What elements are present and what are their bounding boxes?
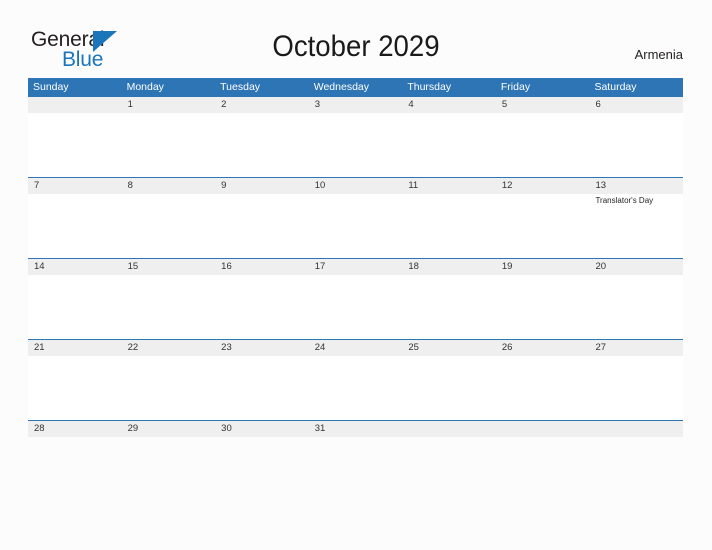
week-body-strip xyxy=(28,113,683,177)
page-title: October 2029 xyxy=(272,30,440,63)
day-cell-body[interactable] xyxy=(402,113,496,177)
day-cell-body[interactable] xyxy=(309,356,403,420)
day-number[interactable]: 26 xyxy=(496,340,590,356)
calendar-week-row: 28 29 30 31 xyxy=(28,420,683,437)
day-number[interactable]: 11 xyxy=(402,178,496,194)
day-number[interactable]: 31 xyxy=(309,421,403,437)
day-number[interactable] xyxy=(496,421,590,437)
day-cell-body[interactable] xyxy=(496,113,590,177)
day-cell-body[interactable] xyxy=(28,356,122,420)
day-cell-body[interactable] xyxy=(122,356,216,420)
weekday-header-monday: Monday xyxy=(126,81,164,93)
week-date-strip: 28 29 30 31 xyxy=(28,420,683,437)
day-number[interactable] xyxy=(589,421,683,437)
day-number[interactable]: 3 xyxy=(309,97,403,113)
day-number[interactable]: 10 xyxy=(309,178,403,194)
day-cell-body[interactable] xyxy=(589,356,683,420)
day-number[interactable]: 8 xyxy=(122,178,216,194)
weekday-header-wednesday: Wednesday xyxy=(313,81,369,93)
day-cell-body[interactable] xyxy=(215,113,309,177)
day-number[interactable]: 25 xyxy=(402,340,496,356)
day-cell-body[interactable] xyxy=(496,356,590,420)
day-cell-body[interactable] xyxy=(28,275,122,339)
calendar-page: General Blue October 2029 Armenia Sunday… xyxy=(0,0,712,550)
calendar-week-row: 14 15 16 17 18 19 20 xyxy=(28,258,683,339)
day-number[interactable]: 9 xyxy=(215,178,309,194)
day-cell-body[interactable] xyxy=(589,275,683,339)
day-number[interactable]: 2 xyxy=(215,97,309,113)
week-body-strip xyxy=(28,356,683,420)
region-label: Armenia xyxy=(634,47,683,62)
page-header: General Blue October 2029 Armenia xyxy=(0,0,712,78)
weekday-header-saturday: Saturday xyxy=(594,81,637,93)
day-cell-body[interactable] xyxy=(402,275,496,339)
day-number[interactable]: 5 xyxy=(496,97,590,113)
day-number[interactable]: 6 xyxy=(589,97,683,113)
calendar-week-row: 1 2 3 4 5 6 xyxy=(28,96,683,177)
day-number[interactable]: 4 xyxy=(402,97,496,113)
day-cell-body[interactable] xyxy=(402,194,496,258)
day-number[interactable]: 12 xyxy=(496,178,590,194)
day-cell-body[interactable] xyxy=(122,113,216,177)
day-cell-body[interactable] xyxy=(309,113,403,177)
day-number[interactable]: 16 xyxy=(215,259,309,275)
weekday-header-thursday: Thursday xyxy=(407,81,452,93)
day-cell-body[interactable]: Translator's Day xyxy=(589,194,683,258)
day-cell-body[interactable] xyxy=(402,356,496,420)
day-cell-body[interactable] xyxy=(496,194,590,258)
day-number[interactable]: 29 xyxy=(122,421,216,437)
week-date-strip: 7 8 9 10 11 12 13 xyxy=(28,177,683,194)
day-number[interactable]: 18 xyxy=(402,259,496,275)
calendar-week-row: 7 8 9 10 11 12 13 Translator's Day xyxy=(28,177,683,258)
day-number[interactable]: 22 xyxy=(122,340,216,356)
day-cell-body[interactable] xyxy=(122,194,216,258)
week-date-strip: 1 2 3 4 5 6 xyxy=(28,96,683,113)
day-number[interactable]: 1 xyxy=(122,97,216,113)
day-number[interactable]: 30 xyxy=(215,421,309,437)
day-number[interactable] xyxy=(28,97,122,113)
day-number[interactable] xyxy=(402,421,496,437)
day-cell-body[interactable] xyxy=(309,275,403,339)
weekday-header-tuesday: Tuesday xyxy=(220,81,261,93)
day-number[interactable]: 7 xyxy=(28,178,122,194)
week-date-strip: 21 22 23 24 25 26 27 xyxy=(28,339,683,356)
weekday-header-friday: Friday xyxy=(500,81,531,93)
week-body-strip xyxy=(28,275,683,339)
day-cell-body[interactable] xyxy=(589,113,683,177)
day-number[interactable]: 27 xyxy=(589,340,683,356)
week-date-strip: 14 15 16 17 18 19 20 xyxy=(28,258,683,275)
day-number[interactable]: 17 xyxy=(309,259,403,275)
day-cell-body[interactable] xyxy=(309,194,403,258)
day-cell-body[interactable] xyxy=(122,275,216,339)
day-number[interactable]: 13 xyxy=(589,178,683,194)
day-number[interactable]: 15 xyxy=(122,259,216,275)
calendar-table: Sunday Monday Tuesday Wednesday Thursday… xyxy=(28,78,683,437)
day-number[interactable]: 14 xyxy=(28,259,122,275)
day-number[interactable]: 20 xyxy=(589,259,683,275)
day-cell-body[interactable] xyxy=(215,275,309,339)
day-cell-body[interactable] xyxy=(28,194,122,258)
day-cell-body[interactable] xyxy=(215,194,309,258)
day-number[interactable]: 24 xyxy=(309,340,403,356)
day-number[interactable]: 19 xyxy=(496,259,590,275)
day-number[interactable]: 23 xyxy=(215,340,309,356)
day-cell-body[interactable] xyxy=(215,356,309,420)
day-number[interactable]: 21 xyxy=(28,340,122,356)
event-label: Translator's Day xyxy=(595,196,654,205)
weekday-header-row: Sunday Monday Tuesday Wednesday Thursday… xyxy=(28,78,683,96)
day-cell-body[interactable] xyxy=(496,275,590,339)
day-number[interactable]: 28 xyxy=(28,421,122,437)
weekday-header-sunday: Sunday xyxy=(33,81,69,93)
week-body-strip: Translator's Day xyxy=(28,194,683,258)
day-cell-body[interactable] xyxy=(28,113,122,177)
calendar-week-row: 21 22 23 24 25 26 27 xyxy=(28,339,683,420)
